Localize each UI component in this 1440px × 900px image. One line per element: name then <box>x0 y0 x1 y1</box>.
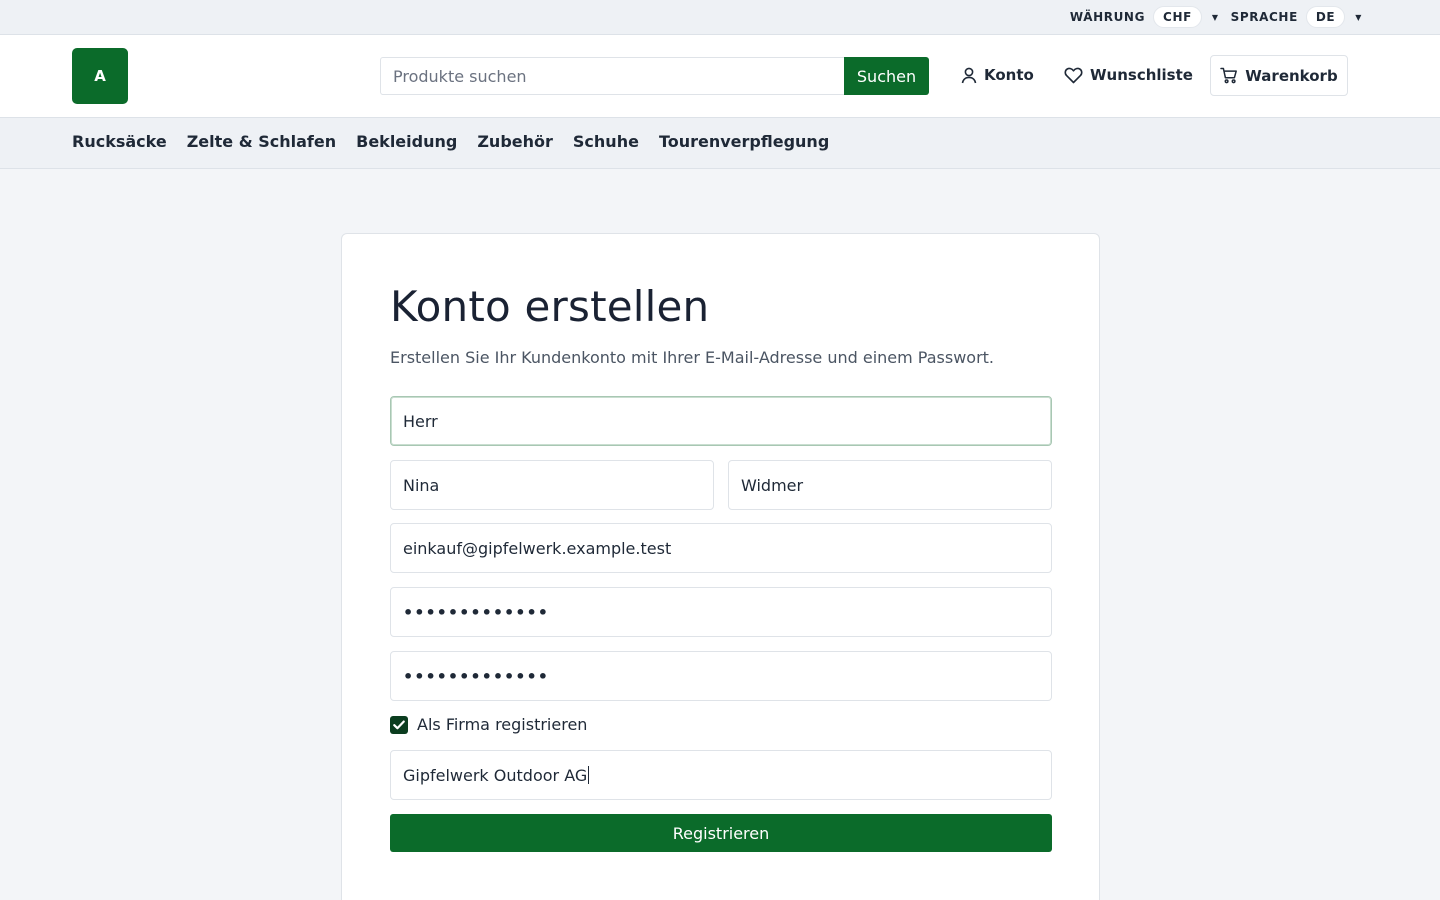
text-cursor <box>588 766 590 784</box>
salutation-value: Herr <box>403 411 438 431</box>
wishlist-label: Wunschliste <box>1090 66 1193 84</box>
password-field[interactable]: ••••••••••••• <box>390 587 1052 637</box>
cart-label: Warenkorb <box>1245 66 1338 85</box>
user-icon <box>961 67 977 83</box>
registration-card: Konto erstellen Erstellen Sie Ihr Kunden… <box>341 233 1100 900</box>
company-name-field[interactable]: Gipfelwerk Outdoor AG <box>390 750 1052 800</box>
password-confirm-field[interactable]: ••••••••••••• <box>390 651 1052 701</box>
account-label: Konto <box>984 66 1034 84</box>
language-select[interactable]: DE <box>1305 6 1346 28</box>
language-chevron-down-icon[interactable]: ▼ <box>1355 13 1362 22</box>
cart-icon <box>1220 67 1238 84</box>
company-checkbox-row: Als Firma registrieren <box>390 715 587 734</box>
search-input[interactable] <box>380 57 844 95</box>
wishlist-link[interactable]: Wunschliste <box>1064 62 1193 88</box>
password-value: ••••••••••••• <box>403 602 549 622</box>
salutation-select[interactable]: Herr <box>390 396 1052 446</box>
site-header: A Suchen Konto Wunschliste Warenkorb <box>0 35 1440 118</box>
last-name-field[interactable]: Widmer <box>728 460 1052 510</box>
utility-controls: WÄHRUNG CHF ▼ SPRACHE DE ▼ <box>1070 6 1368 28</box>
currency-label: WÄHRUNG <box>1069 10 1146 24</box>
password-confirm-value: ••••••••••••• <box>403 666 549 686</box>
first-name-field[interactable]: Nina <box>390 460 714 510</box>
currency-chevron-down-icon[interactable]: ▼ <box>1212 13 1219 22</box>
email-value: einkauf@gipfelwerk.example.test <box>403 538 672 558</box>
company-name-value: Gipfelwerk Outdoor AG <box>403 765 588 785</box>
email-field[interactable]: einkauf@gipfelwerk.example.test <box>390 523 1052 573</box>
category-link-zubehoer[interactable]: Zubehör <box>477 132 553 151</box>
first-name-value: Nina <box>403 475 440 495</box>
currency-select[interactable]: CHF <box>1153 6 1202 28</box>
company-checkbox-label[interactable]: Als Firma registrieren <box>417 715 587 734</box>
checkmark-icon <box>393 720 405 729</box>
category-link-zelte-schlafen[interactable]: Zelte & Schlafen <box>187 132 336 151</box>
site-logo[interactable]: A <box>72 48 128 104</box>
category-link-rucksaecke[interactable]: Rucksäcke <box>72 132 167 151</box>
account-link[interactable]: Konto <box>961 62 1034 88</box>
search-bar: Suchen <box>380 57 929 95</box>
heart-icon <box>1064 67 1083 83</box>
register-button[interactable]: Registrieren <box>390 814 1052 852</box>
category-list: Rucksäcke Zelte & Schlafen Bekleidung Zu… <box>72 132 829 151</box>
cart-button[interactable]: Warenkorb <box>1210 55 1348 96</box>
page-title: Konto erstellen <box>390 282 710 331</box>
utility-bar: WÄHRUNG CHF ▼ SPRACHE DE ▼ <box>0 0 1440 35</box>
last-name-value: Widmer <box>741 475 804 495</box>
category-link-tourenverpflegung[interactable]: Tourenverpflegung <box>659 132 829 151</box>
search-button[interactable]: Suchen <box>844 57 929 95</box>
company-checkbox[interactable] <box>390 715 408 734</box>
category-link-schuhe[interactable]: Schuhe <box>573 132 639 151</box>
page-subtitle: Erstellen Sie Ihr Kundenkonto mit Ihrer … <box>390 348 995 367</box>
category-link-bekleidung[interactable]: Bekleidung <box>356 132 457 151</box>
language-label: SPRACHE <box>1230 10 1298 24</box>
category-nav: Rucksäcke Zelte & Schlafen Bekleidung Zu… <box>0 118 1440 169</box>
